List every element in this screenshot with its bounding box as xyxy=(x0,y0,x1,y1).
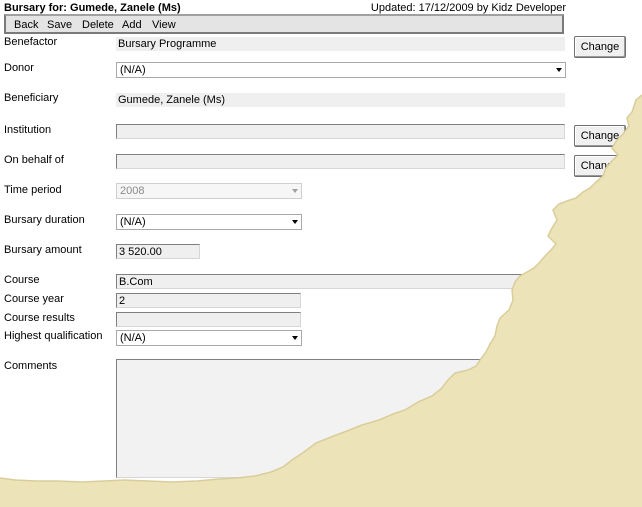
beneficiary-field: Gumede, Zanele (Ms) xyxy=(116,93,565,107)
page-title: Bursary for: Gumede, Zanele (Ms) xyxy=(4,2,181,14)
bursary-amount-field[interactable]: 3 520.00 xyxy=(116,244,200,259)
on-behalf-of-change-button[interactable]: Change xyxy=(574,155,626,177)
donor-label: Donor xyxy=(4,62,34,74)
chevron-down-icon xyxy=(292,189,298,193)
save-button[interactable]: Save xyxy=(47,19,72,31)
time-period-label: Time period xyxy=(4,184,62,196)
bursary-duration-label: Bursary duration xyxy=(4,214,85,226)
institution-field[interactable] xyxy=(116,124,565,139)
course-field[interactable]: B.Com xyxy=(116,274,565,289)
course-results-field[interactable] xyxy=(116,312,301,327)
highest-qualification-select-value: (N/A) xyxy=(120,332,146,344)
chevron-down-icon xyxy=(292,336,298,340)
highest-qualification-label: Highest qualification xyxy=(4,330,103,342)
view-button[interactable]: View xyxy=(152,19,176,31)
benefactor-change-button[interactable]: Change xyxy=(574,36,626,58)
institution-change-button[interactable]: Change xyxy=(574,125,626,147)
on-behalf-of-label: On behalf of xyxy=(4,154,64,166)
on-behalf-of-field[interactable] xyxy=(116,154,565,169)
delete-button[interactable]: Delete xyxy=(82,19,114,31)
chevron-down-icon xyxy=(292,220,298,224)
course-label: Course xyxy=(4,274,40,286)
course-results-label: Course results xyxy=(4,312,75,324)
institution-label: Institution xyxy=(4,124,52,136)
updated-info: Updated: 17/12/2009 by Kidz Developer xyxy=(370,2,566,14)
course-year-label: Course year xyxy=(4,293,64,305)
bursary-amount-label: Bursary amount xyxy=(4,244,82,256)
time-period-select: 2008 xyxy=(116,183,302,199)
add-button[interactable]: Add xyxy=(122,19,142,31)
back-button[interactable]: Back xyxy=(14,19,38,31)
comments-label: Comments xyxy=(4,360,58,372)
toolbar: Back Save Delete Add View xyxy=(4,14,564,34)
course-year-field[interactable]: 2 xyxy=(116,293,301,308)
benefactor-label: Benefactor xyxy=(4,36,58,48)
chevron-down-icon xyxy=(556,68,562,72)
bursary-duration-select-value: (N/A) xyxy=(120,216,146,228)
donor-select-value: (N/A) xyxy=(120,64,146,76)
benefactor-field: Bursary Programme xyxy=(116,37,565,51)
highest-qualification-select[interactable]: (N/A) xyxy=(116,330,302,346)
bursary-duration-select[interactable]: (N/A) xyxy=(116,214,302,230)
comments-textarea[interactable] xyxy=(116,359,565,478)
time-period-select-value: 2008 xyxy=(120,185,145,197)
donor-select[interactable]: (N/A) xyxy=(116,62,566,78)
beneficiary-label: Beneficiary xyxy=(4,92,59,104)
